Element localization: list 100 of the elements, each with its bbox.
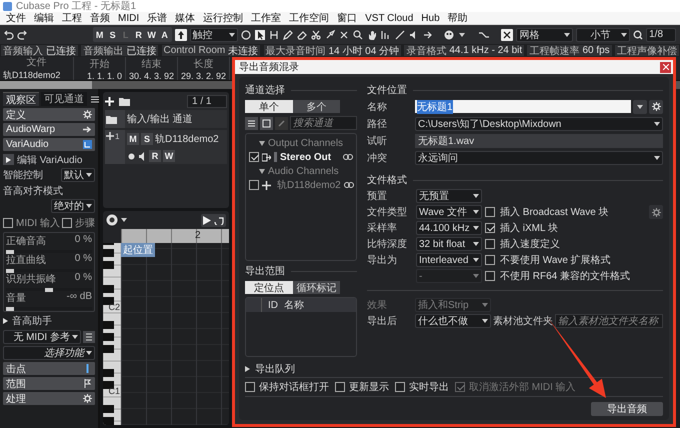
checkbox[interactable] <box>62 218 72 228</box>
section-header[interactable]: VariAudio <box>3 138 95 151</box>
dropdown[interactable]: Interleaved <box>416 253 482 267</box>
toggle-tab[interactable]: 定位点 <box>245 281 292 294</box>
hand-icon[interactable] <box>367 30 378 40</box>
face-icon[interactable] <box>444 30 456 40</box>
triangle-down-icon[interactable] <box>259 140 265 146</box>
section-header[interactable]: 范围 <box>3 377 95 390</box>
slider-thumb[interactable] <box>6 269 14 273</box>
checkbox[interactable] <box>485 271 495 281</box>
menu-item[interactable]: MIDI <box>114 12 144 24</box>
ruler[interactable]: 2 <box>121 229 229 243</box>
circle-icon[interactable] <box>241 30 252 40</box>
checkbox[interactable] <box>249 180 259 190</box>
range-icon[interactable] <box>269 30 280 40</box>
toolbar-toggle[interactable]: M <box>94 28 106 41</box>
menu-item[interactable]: 编辑 <box>30 11 58 25</box>
undo-icon[interactable] <box>4 30 14 40</box>
zoom-icon[interactable] <box>353 30 364 40</box>
toolbar-toggle[interactable]: W <box>146 28 158 41</box>
checkbox[interactable] <box>335 382 345 392</box>
name-field[interactable]: 无标题1 <box>415 100 631 113</box>
folder-icon[interactable] <box>119 97 130 106</box>
scissors-icon[interactable] <box>311 30 322 40</box>
squiggle-icon[interactable] <box>478 30 490 40</box>
menu-item[interactable]: 运行控制 <box>199 11 248 25</box>
export-button[interactable]: 导出音频 <box>591 402 663 416</box>
circle-icon[interactable] <box>106 214 118 226</box>
dropdown[interactable]: 无 MIDI 参考 <box>3 330 81 344</box>
menu-item[interactable]: 窗口 <box>333 11 362 25</box>
section-header[interactable]: 击点 <box>3 362 95 375</box>
inspector-tab[interactable]: 观察区 <box>3 92 39 106</box>
slider-thumb[interactable] <box>45 288 53 292</box>
pencil-icon[interactable] <box>283 30 294 40</box>
dropdown[interactable]: C:\Users\知了\Desktop\Mixdown <box>415 116 663 130</box>
menu-item[interactable]: 工程 <box>58 11 86 25</box>
plus-icon[interactable] <box>105 97 114 106</box>
bars-icon[interactable] <box>381 30 392 40</box>
toolbar-toggle[interactable]: S <box>106 28 119 41</box>
toggle-tab[interactable]: 多个 <box>292 100 340 113</box>
toolbar-toggle[interactable]: A <box>158 28 171 41</box>
checkbox[interactable] <box>485 255 495 265</box>
list-icon[interactable] <box>260 116 273 130</box>
touch-icon[interactable] <box>174 28 187 40</box>
search-field[interactable]: 搜索通道 <box>290 116 357 130</box>
checkbox[interactable] <box>485 223 495 233</box>
dropdown[interactable]: 永远询问 <box>415 150 663 164</box>
triangle-down-icon[interactable] <box>259 168 265 174</box>
toolbar-toggle[interactable]: R <box>132 28 145 41</box>
dropdown[interactable]: 无预置 <box>416 189 482 203</box>
checkbox[interactable] <box>485 207 495 217</box>
checkbox[interactable] <box>245 382 255 392</box>
track-button[interactable]: S <box>141 133 153 145</box>
toggle-tab[interactable]: 单个 <box>245 100 292 113</box>
dropdown[interactable]: 选择功能 <box>3 346 95 360</box>
checkbox[interactable] <box>3 218 13 228</box>
link-icon[interactable] <box>344 182 354 188</box>
menu-item[interactable]: 文件 <box>2 11 30 25</box>
menu-item[interactable]: 帮助 <box>444 11 472 25</box>
slider-thumb[interactable] <box>6 307 14 311</box>
dropdown[interactable]: 32 bit float <box>416 237 482 251</box>
slider-thumb[interactable] <box>6 250 14 254</box>
dropdown[interactable]: 绝对的 <box>51 199 95 213</box>
toggle-tab[interactable]: 循环标记 <box>292 281 340 294</box>
close-button[interactable] <box>660 62 671 72</box>
dropdown[interactable]: 小节 <box>576 28 630 42</box>
checkbox[interactable] <box>395 382 405 392</box>
menu-item[interactable]: VST Cloud <box>361 12 418 24</box>
loop-icon[interactable] <box>214 216 224 224</box>
play-button[interactable] <box>3 154 14 165</box>
mute-icon[interactable] <box>339 30 350 40</box>
pool-folder-field[interactable]: 输入素材池文件夹名称 <box>555 314 663 328</box>
triangle-right-icon[interactable] <box>245 366 250 372</box>
dropdown[interactable]: 网格 <box>516 28 574 42</box>
section-header[interactable]: 定义 <box>3 108 95 121</box>
menu-item[interactable]: 工作空间 <box>285 11 334 25</box>
speaker-icon[interactable] <box>138 152 147 160</box>
dropdown-button[interactable] <box>633 100 647 114</box>
checkbox[interactable] <box>485 239 495 249</box>
menu-item[interactable]: 媒体 <box>171 11 200 25</box>
dropdown[interactable]: Wave 文件 <box>416 205 482 219</box>
menu-item[interactable]: 乐谱 <box>143 11 172 25</box>
inspector-tab[interactable]: 可见通道 <box>41 92 87 106</box>
settings-button[interactable] <box>649 100 663 114</box>
track-button[interactable]: R <box>149 150 161 162</box>
dropdown[interactable]: 默认 <box>61 168 95 182</box>
quantize-icon[interactable] <box>633 30 644 40</box>
menu-item[interactable]: Hub <box>417 12 444 24</box>
play-icon[interactable] <box>203 216 211 224</box>
menu-item[interactable]: 工作室 <box>247 11 286 25</box>
dropdown[interactable]: 什么也不做 <box>415 314 491 328</box>
eraser-icon[interactable] <box>297 30 308 40</box>
section-header[interactable]: 处理 <box>3 392 95 405</box>
keyboard-icon[interactable] <box>83 330 95 342</box>
record-icon[interactable] <box>127 152 136 160</box>
pointer-icon[interactable] <box>255 30 266 40</box>
line-icon[interactable] <box>395 30 406 40</box>
snap-icon[interactable] <box>501 28 514 40</box>
menu-item[interactable]: 音频 <box>86 11 114 25</box>
track-button[interactable]: M <box>127 133 139 145</box>
